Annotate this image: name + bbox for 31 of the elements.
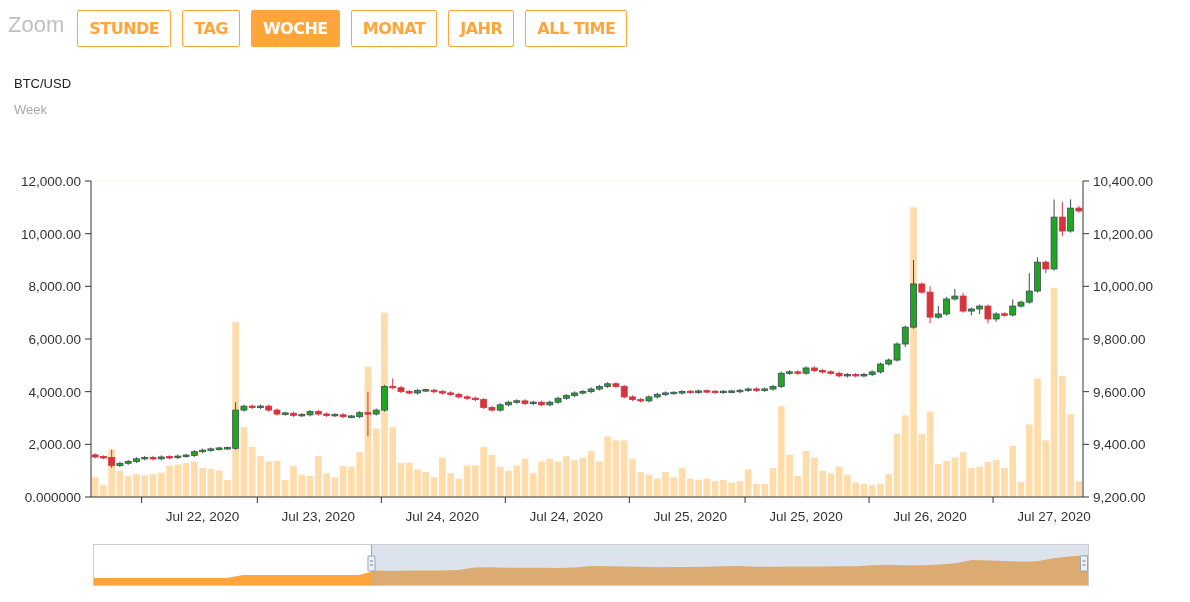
axis-label: Jul 22, 2020 xyxy=(165,509,240,524)
axis-label: 9,200.00 xyxy=(1093,490,1146,505)
axis-label: 4,000.00 xyxy=(28,384,81,400)
axis-label: 12,000.00 xyxy=(20,174,81,189)
axis-label: Jul 24, 2020 xyxy=(529,509,604,524)
axis-label: 10,400.00 xyxy=(1093,174,1154,189)
zoom-button[interactable]: MONAT xyxy=(350,10,438,47)
axis-label: Jul 25, 2020 xyxy=(769,509,843,524)
axis-label: 0.000000 xyxy=(24,490,81,505)
axis-label: Jul 25, 2020 xyxy=(653,509,728,524)
zoom-button[interactable]: WOCHE xyxy=(250,10,340,47)
axis-label: 10,200.00 xyxy=(1093,226,1154,242)
axis-label: 9,400.00 xyxy=(1093,437,1146,453)
axis-label: Jul 26, 2020 xyxy=(893,509,967,524)
axis-label: 6,000.00 xyxy=(28,332,81,347)
axis-label: 9,800.00 xyxy=(1093,332,1146,347)
chart-subtitle: Week xyxy=(14,102,47,117)
axis-label: Jul 27, 2020 xyxy=(1017,509,1091,524)
zoom-button[interactable]: JAHR xyxy=(448,10,515,47)
axis-label: Jul 23, 2020 xyxy=(281,509,356,524)
axis-label: 8,000.00 xyxy=(28,279,81,295)
zoom-button[interactable]: STUNDE xyxy=(77,10,172,47)
zoom-button[interactable]: ALL TIME xyxy=(525,10,628,47)
chart-title: BTC/USD xyxy=(14,76,72,91)
zoom-button[interactable]: TAG xyxy=(182,10,240,47)
zoom-label: Zoom xyxy=(8,11,65,38)
axis-label: 9,600.00 xyxy=(1093,384,1146,400)
axis-label: 10,000.00 xyxy=(20,226,81,242)
axis-label: 2,000.00 xyxy=(28,437,81,453)
axis-label: Jul 24, 2020 xyxy=(405,509,480,524)
axis-label: 10,000.00 xyxy=(1093,279,1154,295)
